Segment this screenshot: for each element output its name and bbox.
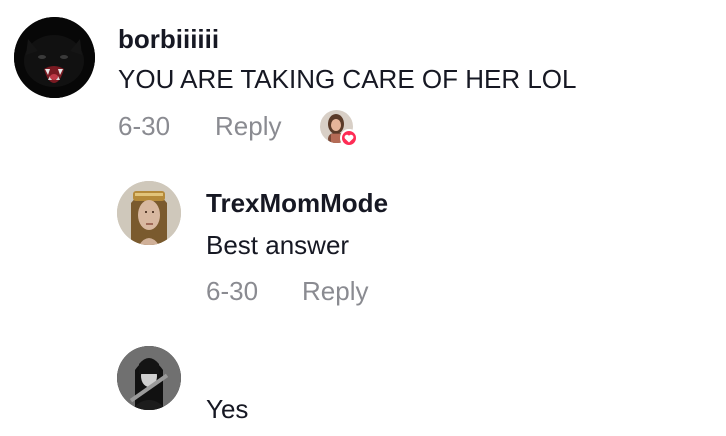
comment-text: YOU ARE TAKING CARE OF HER LOL	[118, 64, 577, 94]
reply-date: 6-30	[206, 276, 259, 306]
reply-username[interactable]: TrexMomMode	[206, 188, 388, 219]
woman-headdress-avatar-icon	[117, 181, 181, 245]
dark-warrior-avatar-icon	[117, 346, 181, 410]
creator-liked-indicator	[320, 110, 358, 147]
comment-username[interactable]: borbiiiiii	[118, 24, 219, 55]
user-avatar[interactable]	[14, 17, 95, 98]
reply-text: Best answer	[206, 230, 350, 260]
comment-date: 6-30	[118, 111, 171, 141]
user-avatar[interactable]	[117, 181, 181, 245]
reply-item: Yes	[0, 340, 726, 436]
heart-icon	[340, 129, 358, 147]
reply-text: Yes	[206, 394, 249, 424]
user-avatar[interactable]	[117, 346, 181, 410]
black-cat-avatar-icon	[14, 17, 95, 98]
reply-button[interactable]: Reply	[215, 111, 281, 142]
comment-item: borbiiiiii YOU ARE TAKING CARE OF HER LO…	[0, 0, 726, 160]
reply-button[interactable]: Reply	[302, 276, 368, 307]
reply-item: TrexMomMode Best answer 6-30 Reply	[0, 170, 726, 310]
